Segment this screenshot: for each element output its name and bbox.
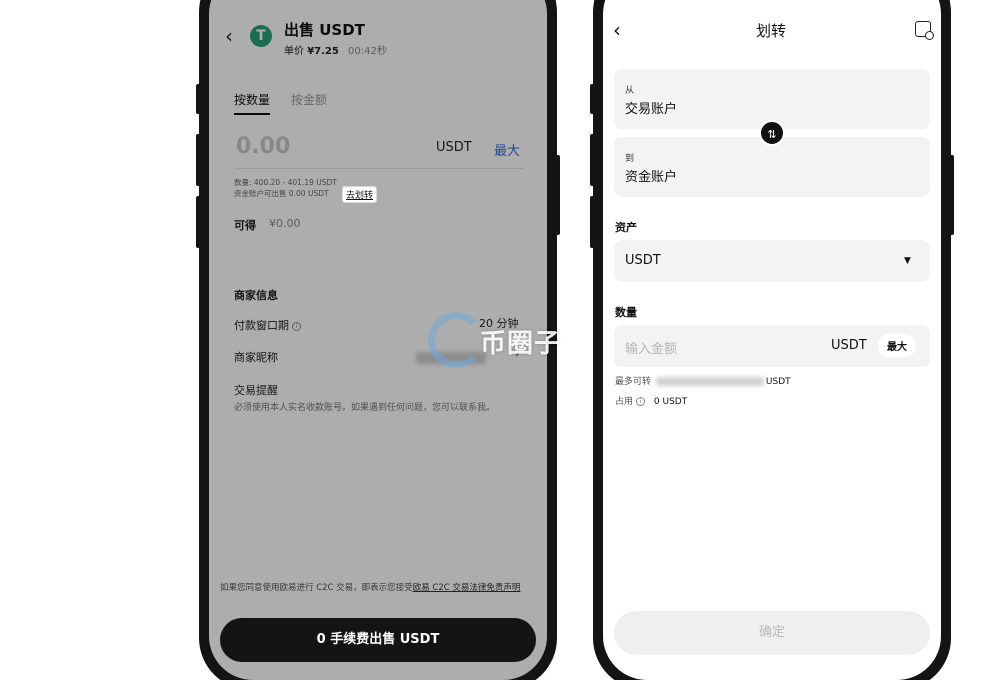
side-button [950,155,954,235]
info-icon[interactable]: i [636,397,646,406]
caret-down-icon: ▼ [904,256,911,266]
from-label: 从 [625,86,635,96]
asset-section-label: 资产 [615,221,637,234]
side-button [590,134,594,186]
max-transferable-unit: USDT [765,377,791,387]
asset-select[interactable] [614,240,930,282]
watermark-logo-icon [428,312,484,368]
confirm-button[interactable]: 确定 [614,611,930,655]
side-button [196,196,200,248]
clock-icon [925,31,934,40]
asset-selected-value: USDT [625,253,661,268]
to-label: 到 [625,154,635,164]
side-button [590,84,594,114]
side-button [556,155,560,235]
to-account-value: 资金账户 [625,170,678,185]
transfer-screen: ‹ 划转 从 交易账户 到 资金账户 ⇅ 资产 USDT ▼ 数量 输入金额 U… [603,0,941,680]
occupied-row: 占用 i 0 USDT [615,394,687,407]
max-transferable-blurred [655,377,764,386]
back-icon[interactable]: ‹ [613,18,621,42]
quantity-unit: USDT [831,338,867,353]
occupied-value: 0 USDT [653,397,688,407]
max-transferable-label: 最多可转 [615,377,652,387]
stage: ‹ T 出售 USDT 单价 ¥7.25 00:42秒 按数量 按金额 0.00… [0,0,1006,680]
quantity-section-label: 数量 [615,306,637,319]
occupied-label: 占用 [615,397,634,407]
side-button [196,134,200,186]
watermark-text: 币圈子 [480,329,562,359]
side-button [590,196,594,248]
max-transferable-row: 最多可转 USDT [615,374,791,387]
side-button [196,84,200,114]
history-icon[interactable] [915,21,934,40]
go-transfer-link[interactable]: 去划转 [342,186,378,203]
quantity-input[interactable]: 输入金额 [625,338,677,357]
from-account-value: 交易账户 [625,102,678,117]
max-quantity-button[interactable]: 最大 [878,334,916,357]
sell-button[interactable]: 0 手续费出售 USDT [220,618,536,662]
swap-arrows-icon[interactable]: ⇅ [759,120,785,146]
phone-frame-right: ‹ 划转 从 交易账户 到 资金账户 ⇅ 资产 USDT ▼ 数量 输入金额 U… [590,0,954,680]
page-title: 划转 [756,22,787,40]
